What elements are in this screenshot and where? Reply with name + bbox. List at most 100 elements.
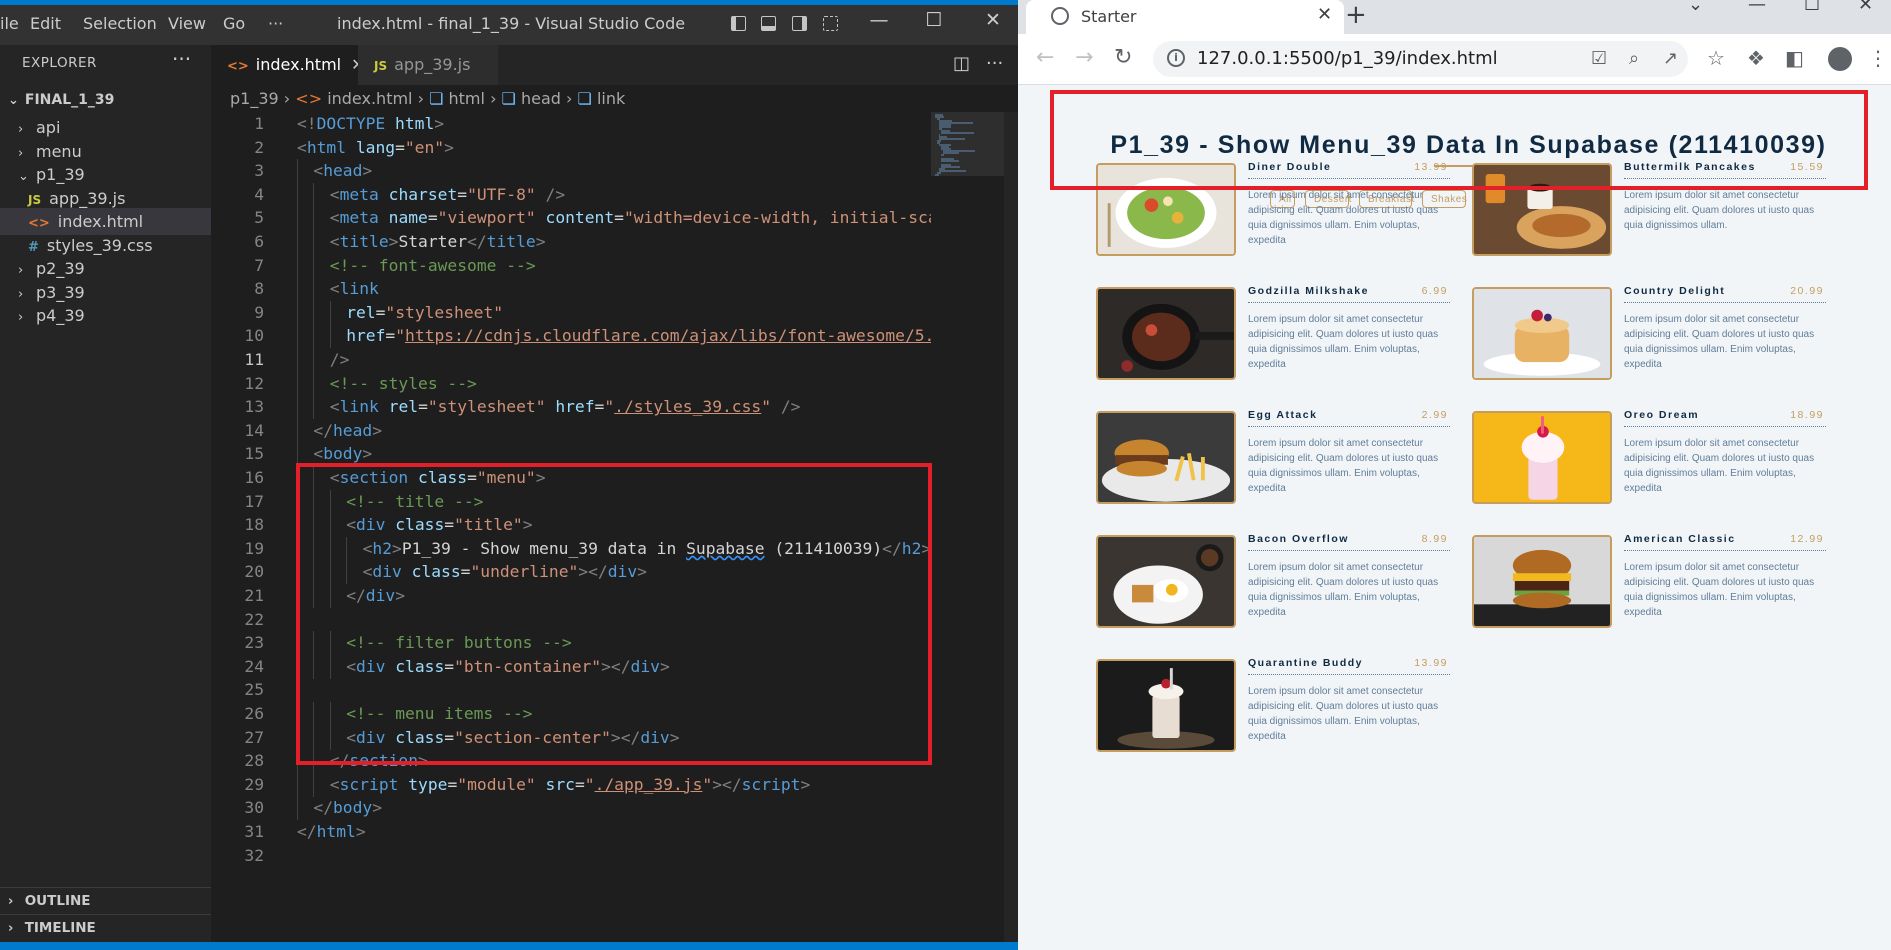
menu-item-description: Lorem ipsum dolor sit amet consectetur a… xyxy=(1248,314,1439,370)
code-token: lang xyxy=(355,137,396,157)
code-text: <!DOCTYPE html> xyxy=(297,112,444,136)
tab-app-js[interactable]: JS app_39.js xyxy=(358,45,498,85)
line-number: 30 xyxy=(244,798,264,818)
toggle-secondary-sidebar-icon[interactable] xyxy=(792,16,807,31)
breadcrumb-head[interactable]: head xyxy=(521,89,561,108)
line-number: 20 xyxy=(244,562,264,582)
minimap-line xyxy=(941,154,945,156)
toggle-panel-icon[interactable] xyxy=(761,16,776,31)
code-token: "stylesheet" xyxy=(427,397,546,417)
code-token: " xyxy=(604,397,615,417)
html-file-icon: <> xyxy=(295,89,323,108)
more-actions-icon[interactable]: ··· xyxy=(172,47,191,71)
code-token: < xyxy=(297,137,307,157)
code-token: title xyxy=(339,232,389,251)
code-token: = xyxy=(614,208,624,228)
code-token: > xyxy=(535,232,546,251)
title-bar: ile Edit Selection View Go ··· index.htm… xyxy=(0,5,1018,45)
zoom-icon[interactable]: ⌕ xyxy=(1629,48,1639,69)
tab-label: index.html xyxy=(255,55,342,74)
indent-guide xyxy=(313,182,315,207)
extensions-icon[interactable]: ❖ xyxy=(1747,46,1765,70)
code-token: ./styles_39.css xyxy=(614,397,762,417)
minimap[interactable] xyxy=(931,112,1013,942)
new-tab-icon[interactable]: + xyxy=(1345,0,1367,30)
share-icon[interactable]: ↗ xyxy=(1663,48,1678,69)
code-text: rel="stylesheet" xyxy=(346,301,503,325)
code-token: " xyxy=(584,774,595,794)
back-icon[interactable]: ← xyxy=(1036,45,1054,70)
editor-more-icon[interactable]: ··· xyxy=(986,53,1003,74)
line-number: 1 xyxy=(254,114,264,133)
tab-search-icon[interactable]: ⌄ xyxy=(1688,0,1703,15)
menu-item-photo xyxy=(1096,287,1236,380)
code-line: 6 <title>Starter</title> xyxy=(211,230,931,254)
bookmark-star-icon[interactable]: ☆ xyxy=(1707,46,1725,70)
menu-item: Bacon Overflow 8.99 Lorem ipsum dolor sit … xyxy=(1096,533,1462,630)
editor-scrollbar[interactable] xyxy=(1004,112,1018,942)
minimap-line xyxy=(939,138,966,140)
customize-layout-icon[interactable] xyxy=(823,16,838,31)
menu-item-description: Lorem ipsum dolor sit amet consectetur a… xyxy=(1624,314,1815,370)
menu-item-header: Oreo Dream 18.99 xyxy=(1624,409,1826,427)
indent-guide xyxy=(297,230,298,254)
workspace-root[interactable]: ⌄ FINAL_1_39 xyxy=(0,87,211,114)
code-token: title xyxy=(486,232,536,251)
menu-go[interactable]: Go xyxy=(223,14,245,33)
code-text: <title>Starter</title> xyxy=(330,230,546,254)
close-tab-icon[interactable]: ✕ xyxy=(1317,4,1332,25)
timeline-section[interactable]: › TIMELINE xyxy=(0,914,211,942)
translate-icon[interactable]: ☑ xyxy=(1591,48,1607,69)
menu-more[interactable]: ··· xyxy=(268,14,283,33)
side-panel-icon[interactable]: ◧ xyxy=(1785,46,1804,70)
indent-guide xyxy=(297,324,298,349)
code-line: 8 <link xyxy=(211,277,931,302)
breadcrumb-link[interactable]: link xyxy=(597,89,625,108)
profile-avatar[interactable] xyxy=(1828,47,1852,71)
code-line: 5 <meta name="viewport" content="width=de… xyxy=(211,206,931,231)
tab-index-html[interactable]: <>index.html✕ xyxy=(211,45,365,85)
maximize-icon[interactable]: ☐ xyxy=(1804,0,1820,15)
breadcrumb-file[interactable]: index.html xyxy=(327,89,412,108)
code-text: <link rel="stylesheet" href="./styles_39… xyxy=(330,395,801,419)
code-token: > xyxy=(372,420,383,440)
indent-guide xyxy=(297,277,298,302)
site-info-icon[interactable]: i xyxy=(1167,49,1185,67)
line-number: 9 xyxy=(254,302,264,322)
code-token: < xyxy=(313,444,324,464)
menu-selection[interactable]: Selection xyxy=(83,14,157,33)
address-bar[interactable]: i 127.0.0.1:5500/p1_39/index.html ☑ ⌕ ↗ xyxy=(1153,41,1688,77)
browser-tab[interactable]: Starter ✕ xyxy=(1026,0,1344,34)
tab-label: app_39.js xyxy=(394,55,471,74)
reload-icon[interactable]: ↻ xyxy=(1114,45,1132,70)
indent-guide xyxy=(329,300,331,325)
menu-item-price: 6.99 xyxy=(1421,285,1448,297)
split-editor-icon[interactable]: ◫ xyxy=(953,53,970,74)
line-number: 13 xyxy=(244,397,264,417)
code-token: "module" xyxy=(457,774,536,794)
forward-icon[interactable]: → xyxy=(1075,45,1093,70)
minimize-icon[interactable]: — xyxy=(862,9,896,31)
toggle-sidebar-icon[interactable] xyxy=(731,16,746,31)
code-text: </head> xyxy=(313,419,382,443)
maximize-icon[interactable]: ☐ xyxy=(917,9,951,31)
breadcrumb-html[interactable]: html xyxy=(449,89,485,108)
menu-file[interactable]: ile xyxy=(0,14,19,33)
code-token: < xyxy=(313,161,324,181)
code-token: = xyxy=(418,397,428,417)
minimize-icon[interactable]: — xyxy=(1748,0,1766,15)
close-window-icon[interactable]: ✕ xyxy=(976,9,1010,31)
code-token: = xyxy=(457,184,468,204)
menu-item-photo xyxy=(1472,411,1612,504)
breadcrumb-folder[interactable]: p1_39 xyxy=(230,89,279,108)
chrome-menu-icon[interactable]: ⋮ xyxy=(1868,46,1888,70)
menu-item-description: Lorem ipsum dolor sit amet consectetur a… xyxy=(1248,686,1439,742)
tree-item-p4-39[interactable]: › p4_39 xyxy=(0,302,211,329)
url-text[interactable]: 127.0.0.1:5500/p1_39/index.html xyxy=(1197,48,1498,69)
menu-edit[interactable]: Edit xyxy=(30,14,61,33)
close-window-icon[interactable]: ✕ xyxy=(1858,0,1873,15)
outline-section[interactable]: › OUTLINE xyxy=(0,887,211,915)
menu-view[interactable]: View xyxy=(168,14,206,33)
